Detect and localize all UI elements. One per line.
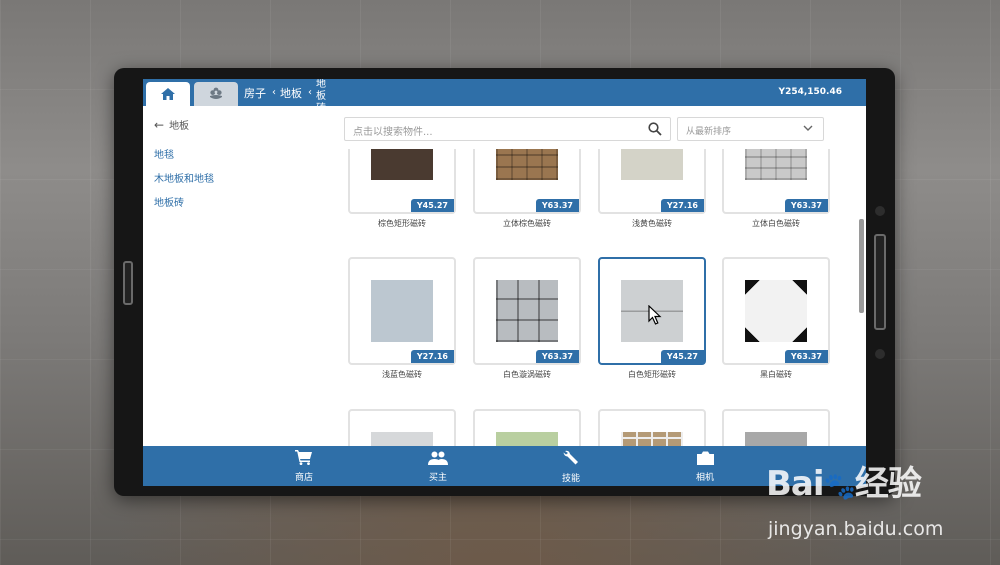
product-name: 棕色矩形磁砖 xyxy=(378,219,426,228)
product-name: 白色漩涡磁砖 xyxy=(503,370,551,379)
tab-home[interactable] xyxy=(146,82,190,106)
price-badge: Y63.37 xyxy=(535,199,579,212)
mouse-cursor-icon xyxy=(648,305,662,325)
price-badge: Y63.37 xyxy=(535,350,579,363)
breadcrumb-item-house[interactable]: 房子 xyxy=(244,85,266,101)
product-name: 白色矩形磁砖 xyxy=(628,370,676,379)
product-name: 浅蓝色磁砖 xyxy=(382,370,422,379)
nav-store[interactable]: 商店 xyxy=(269,450,339,483)
product-card[interactable]: Y63.37 xyxy=(473,149,581,214)
watermark-url: jingyan.baidu.com xyxy=(768,518,944,540)
nav-skills-label: 技能 xyxy=(561,474,580,484)
product-card[interactable]: Y27.16 xyxy=(598,149,706,214)
sidebar-item-wood-floor[interactable]: 木地板和地毯 xyxy=(154,170,304,185)
product-card[interactable] xyxy=(348,409,456,447)
search-icon[interactable] xyxy=(648,122,662,136)
nav-camera[interactable]: 相机 xyxy=(670,450,740,483)
product-thumbnail xyxy=(621,432,683,447)
category-sidebar: ← 地板 地毯 木地板和地毯 地板砖 xyxy=(154,117,304,218)
watermark-logo-text: Bai xyxy=(766,464,825,504)
sidebar-item-carpet[interactable]: 地毯 xyxy=(154,146,304,161)
back-label: 地板 xyxy=(169,121,190,132)
breadcrumb-item-floor[interactable]: 地板 xyxy=(280,85,302,101)
product-grid: Y45.27 棕色矩形磁砖 Y63.37 立体棕色磁砖 Y27.16 浅黄色磁砖 Y63.3… xyxy=(338,149,838,447)
search-input[interactable]: 点击以搜索物件... xyxy=(344,117,671,141)
paw-icon: 🐾 xyxy=(823,472,856,502)
nav-skills[interactable]: 技能 xyxy=(536,450,606,484)
product-card[interactable]: Y63.37 xyxy=(473,257,581,365)
product-name: 立体棕色磁砖 xyxy=(503,219,551,228)
breadcrumb: 房子 ‹ 地板 ‹ 地板砖 xyxy=(244,79,328,106)
bottom-nav: 商店 买主 技能 相机 xyxy=(143,446,866,486)
wrench-icon xyxy=(563,450,578,465)
back-button[interactable]: ← 地板 xyxy=(154,117,304,133)
chevron-down-icon xyxy=(803,125,813,131)
tablet-screen: 房子 ‹ 地板 ‹ 地板砖 Y254,150.46 ← 地板 地毯 木地板和地毯… xyxy=(143,79,866,486)
watermark-logo-suffix: 经验 xyxy=(854,464,922,504)
camera-icon xyxy=(696,451,714,465)
breadcrumb-item-floor-tile: 地板砖 xyxy=(316,79,326,106)
money-balance: Y254,150.46 xyxy=(778,87,842,97)
product-name: 立体白色磁砖 xyxy=(752,219,800,228)
product-thumbnail xyxy=(621,149,683,180)
price-badge: Y27.16 xyxy=(660,199,704,212)
product-card[interactable] xyxy=(598,409,706,447)
baidu-watermark: Bai🐾经验 jingyan.baidu.com xyxy=(766,456,943,540)
price-badge: Y45.27 xyxy=(660,350,704,363)
product-card[interactable]: Y45.27 xyxy=(348,149,456,214)
product-thumbnail xyxy=(496,149,558,180)
sort-selected: 从最新排序 xyxy=(686,127,732,137)
home-icon xyxy=(161,88,175,100)
tablet-camera-dot xyxy=(875,206,885,216)
tablet-side-button-left xyxy=(123,261,133,305)
chevron-left-icon: ‹ xyxy=(308,87,312,98)
sidebar-item-floor-tile[interactable]: 地板砖 xyxy=(154,194,304,209)
product-card[interactable] xyxy=(473,409,581,447)
sort-dropdown[interactable]: 从最新排序 xyxy=(677,117,824,141)
product-thumbnail xyxy=(496,280,558,342)
product-thumbnail xyxy=(371,432,433,447)
flower-icon xyxy=(210,87,222,99)
arrow-left-icon: ← xyxy=(154,117,165,132)
nav-buyers-label: 买主 xyxy=(428,473,447,483)
scrollbar[interactable] xyxy=(859,219,864,313)
product-name: 黑白磁砖 xyxy=(760,370,792,379)
product-name: 浅黄色磁砖 xyxy=(632,219,672,228)
product-thumbnail xyxy=(745,432,807,447)
price-badge: Y63.37 xyxy=(784,199,828,212)
nav-store-label: 商店 xyxy=(294,473,313,483)
cart-icon xyxy=(295,450,312,465)
app-header: 房子 ‹ 地板 ‹ 地板砖 Y254,150.46 xyxy=(143,79,866,106)
price-badge: Y27.16 xyxy=(410,350,454,363)
search-placeholder: 点击以搜索物件... xyxy=(353,127,433,138)
tablet-side-button-right xyxy=(874,234,886,330)
product-thumbnail xyxy=(496,432,558,447)
product-card[interactable] xyxy=(722,409,830,447)
nav-buyers[interactable]: 买主 xyxy=(403,450,473,483)
product-thumbnail xyxy=(745,280,807,342)
product-thumbnail xyxy=(371,280,433,342)
tab-garden[interactable] xyxy=(194,82,238,106)
chevron-left-icon: ‹ xyxy=(272,87,276,98)
nav-camera-label: 相机 xyxy=(695,473,714,483)
price-badge: Y63.37 xyxy=(784,350,828,363)
product-thumbnail xyxy=(745,149,807,180)
people-icon xyxy=(428,451,448,465)
price-badge: Y45.27 xyxy=(410,199,454,212)
watermark-logo: Bai🐾经验 xyxy=(766,456,922,505)
product-card[interactable]: Y27.16 xyxy=(348,257,456,365)
product-card[interactable]: Y63.37 xyxy=(722,149,830,214)
product-card[interactable]: Y63.37 xyxy=(722,257,830,365)
tablet-sensor-dot xyxy=(875,349,885,359)
product-thumbnail xyxy=(371,149,433,180)
